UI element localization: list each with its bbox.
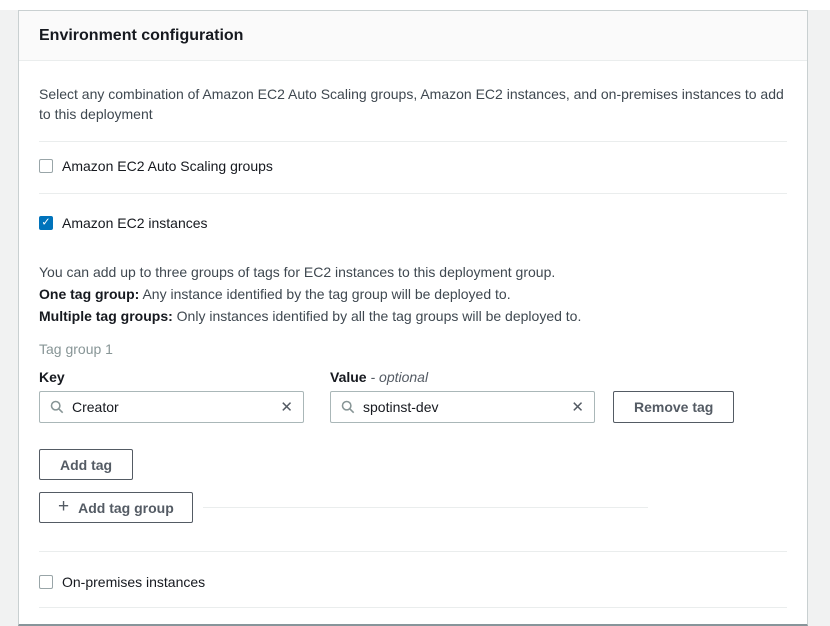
page-top-strip <box>0 0 830 10</box>
plus-icon: + <box>58 497 69 516</box>
clear-value-icon[interactable]: ✕ <box>571 400 584 415</box>
value-field: Value - optional ✕ <box>330 369 595 423</box>
check-icon: ✓ <box>41 217 50 228</box>
divider <box>39 193 787 194</box>
panel-body: Select any combination of Amazon EC2 Aut… <box>19 61 807 624</box>
checkbox-row-auto-scaling-groups: Amazon EC2 Auto Scaling groups <box>39 158 787 174</box>
help-one-tag-line: One tag group: Any instance identified b… <box>39 283 787 305</box>
help-intro-line: You can add up to three groups of tags f… <box>39 261 787 283</box>
auto-scaling-groups-checkbox[interactable] <box>39 159 53 173</box>
value-label: Value - optional <box>330 369 595 385</box>
key-input[interactable] <box>72 399 274 415</box>
ec2-instances-checkbox[interactable]: ✓ <box>39 216 53 230</box>
divider <box>39 551 787 552</box>
add-tag-group-row: + Add tag group <box>39 492 787 523</box>
tag-group-title: Tag group 1 <box>39 341 787 357</box>
on-premises-checkbox[interactable] <box>39 575 53 589</box>
divider <box>203 507 648 508</box>
panel-title: Environment configuration <box>39 27 787 45</box>
divider <box>39 141 787 142</box>
key-label: Key <box>39 369 304 385</box>
environment-configuration-panel: Environment configuration Select any com… <box>18 10 808 626</box>
panel-description: Select any combination of Amazon EC2 Aut… <box>39 84 787 124</box>
optional-label: - optional <box>370 369 428 385</box>
tag-fields-row: Key ✕ Value - optional <box>39 369 787 423</box>
key-field: Key ✕ <box>39 369 304 423</box>
help-multi-tag-line: Multiple tag groups: Only instances iden… <box>39 305 787 327</box>
ec2-instances-label: Amazon EC2 instances <box>62 215 208 231</box>
add-tag-button[interactable]: Add tag <box>39 449 133 480</box>
ec2-tags-help-text: You can add up to three groups of tags f… <box>39 261 787 327</box>
checkbox-row-ec2-instances: ✓ Amazon EC2 instances <box>39 215 787 231</box>
clear-key-icon[interactable]: ✕ <box>280 400 293 415</box>
panel-header: Environment configuration <box>19 11 807 61</box>
auto-scaling-groups-label: Amazon EC2 Auto Scaling groups <box>62 158 273 174</box>
add-tag-group-button[interactable]: + Add tag group <box>39 492 193 523</box>
search-icon <box>50 400 64 414</box>
checkbox-row-on-premises: On-premises instances <box>39 574 787 590</box>
divider <box>39 607 787 608</box>
value-input[interactable] <box>363 399 565 415</box>
on-premises-label: On-premises instances <box>62 574 205 590</box>
remove-tag-button[interactable]: Remove tag <box>613 391 734 423</box>
value-search-box: ✕ <box>330 391 595 423</box>
search-icon <box>341 400 355 414</box>
key-search-box: ✕ <box>39 391 304 423</box>
